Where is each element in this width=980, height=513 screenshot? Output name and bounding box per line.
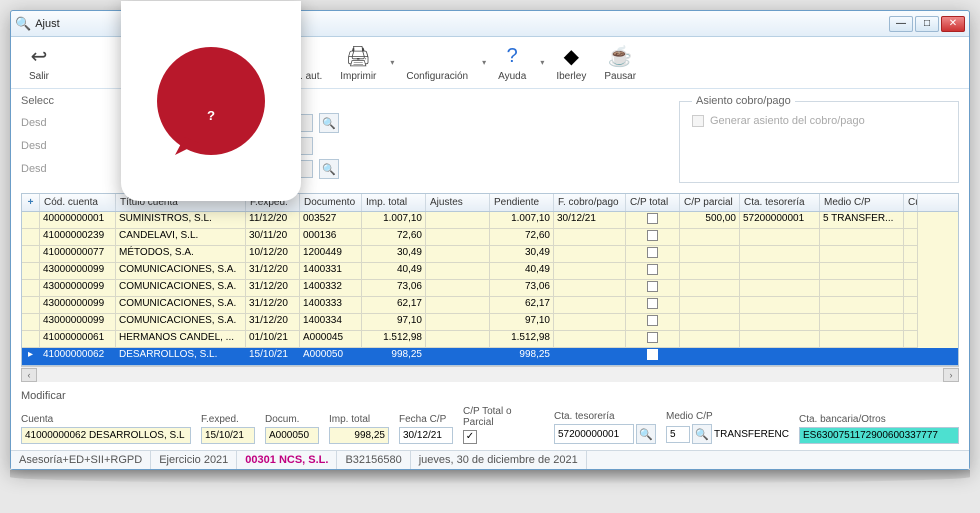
table-row[interactable]: 40000000001SUMINISTROS, S.L.11/12/200035… xyxy=(22,212,958,229)
ctabanc-input[interactable] xyxy=(799,427,959,444)
chevron-down-icon[interactable]: ▾ xyxy=(482,58,486,67)
app-window: ? 🔍 Ajust — □ ✕ ↩ Salir ust. Aj. aut. 🖨 … xyxy=(10,10,970,470)
medio-code-input[interactable] xyxy=(666,426,690,443)
iberley-icon: ◆ xyxy=(557,43,585,69)
ayuda-button[interactable]: ? Ayuda xyxy=(492,41,532,84)
asiento-legend: Asiento cobro/pago xyxy=(692,95,795,107)
fexped-input[interactable] xyxy=(201,427,255,444)
asiento-fieldset: Asiento cobro/pago Generar asiento del c… xyxy=(679,95,959,183)
printer-icon: 🖨 xyxy=(344,43,372,69)
status-empresa: 00301 NCS, S.L. xyxy=(237,451,337,469)
table-row[interactable]: 43000000099COMUNICACIONES, S.A.31/12/201… xyxy=(22,280,958,297)
scroll-left-button[interactable]: ‹ xyxy=(21,368,37,382)
help-bookmark: ? xyxy=(121,1,301,201)
maximize-button[interactable]: □ xyxy=(915,16,939,32)
imprimir-button[interactable]: 🖨 Imprimir xyxy=(334,41,382,84)
status-asesoria: Asesoría+ED+SII+RGPD xyxy=(11,451,151,469)
chevron-down-icon[interactable]: ▾ xyxy=(390,58,394,67)
data-grid[interactable]: + Cód. cuenta Título cuenta F.exped. Doc… xyxy=(21,193,959,366)
exit-icon: ↩ xyxy=(25,43,53,69)
salir-button[interactable]: ↩ Salir xyxy=(19,41,59,84)
scroll-right-button[interactable]: › xyxy=(943,368,959,382)
question-mark-icon: ? xyxy=(151,41,271,161)
imp-input[interactable] xyxy=(329,427,389,444)
table-row[interactable]: 43000000099COMUNICACIONES, S.A.31/12/201… xyxy=(22,263,958,280)
pause-icon: ☕ xyxy=(606,43,634,69)
add-row-button[interactable]: + xyxy=(22,194,40,211)
selection-title: Selecc xyxy=(21,95,669,107)
config-button[interactable]: Configuración xyxy=(400,69,474,84)
lookup-button[interactable]: 🔍 xyxy=(319,113,339,133)
generar-checkbox[interactable] xyxy=(692,115,704,127)
status-cif: B32156580 xyxy=(337,451,410,469)
grid-body: 40000000001SUMINISTROS, S.L.11/12/200035… xyxy=(22,212,958,365)
iberley-button[interactable]: ◆ Iberley xyxy=(550,41,592,84)
fecha-input[interactable] xyxy=(399,427,453,444)
lookup-button[interactable]: 🔍 xyxy=(636,424,656,444)
docum-input[interactable] xyxy=(265,427,319,444)
status-fecha: jueves, 30 de diciembre de 2021 xyxy=(411,451,587,469)
pausar-button[interactable]: ☕ Pausar xyxy=(598,41,642,84)
table-row[interactable]: 41000000077MÉTODOS, S.A.10/12/2012004493… xyxy=(22,246,958,263)
table-row[interactable]: 43000000099COMUNICACIONES, S.A.31/12/201… xyxy=(22,314,958,331)
search-icon: 🔍 xyxy=(15,16,31,32)
lookup-button[interactable]: 🔍 xyxy=(692,424,712,444)
table-row[interactable]: ▸41000000062DESARROLLOS, S.L.15/10/21A00… xyxy=(22,348,958,365)
generar-label: Generar asiento del cobro/pago xyxy=(710,115,865,127)
chevron-down-icon[interactable]: ▾ xyxy=(540,58,544,67)
table-row[interactable]: 41000000061HERMANOS CANDEL, ...01/10/21A… xyxy=(22,331,958,348)
table-row[interactable]: 41000000239CANDELAVI, S.L.30/11/20000136… xyxy=(22,229,958,246)
ctates-input[interactable] xyxy=(554,424,634,444)
lookup-button[interactable]: 🔍 xyxy=(319,159,339,179)
table-row[interactable]: 43000000099COMUNICACIONES, S.A.31/12/201… xyxy=(22,297,958,314)
horizontal-scrollbar[interactable]: ‹ › xyxy=(21,366,959,382)
cuenta-input[interactable] xyxy=(21,427,191,444)
svg-text:?: ? xyxy=(207,108,215,123)
cptotal-checkbox[interactable]: ✓ xyxy=(463,430,477,444)
close-button[interactable]: ✕ xyxy=(941,16,965,32)
help-icon: ? xyxy=(498,43,526,69)
modify-panel: Modificar Cuenta F.exped. Docum. Imp. to… xyxy=(11,386,969,450)
status-ejercicio: Ejercicio 2021 xyxy=(151,451,237,469)
modify-title: Modificar xyxy=(21,390,959,402)
statusbar: Asesoría+ED+SII+RGPD Ejercicio 2021 0030… xyxy=(11,450,969,469)
minimize-button[interactable]: — xyxy=(889,16,913,32)
medio-text: TRANSFERENC xyxy=(714,429,789,440)
